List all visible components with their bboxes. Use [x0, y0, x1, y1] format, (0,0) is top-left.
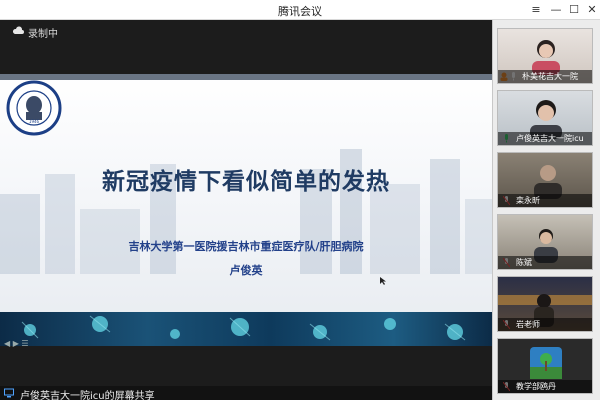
mouse-cursor-icon [380, 277, 386, 285]
university-seal-logo: 1946 [6, 80, 62, 136]
title-bar: 腾讯会议 ≡ — ☐ ✕ [0, 0, 600, 20]
participant-tile[interactable]: 卢俊英吉大一院icu [497, 90, 593, 146]
participant-name: 岩老师 [498, 318, 592, 331]
window-title: 腾讯会议 [278, 5, 322, 18]
participant-name: 朴美花吉大一院 [498, 70, 592, 83]
participants-panel: 朴美花吉大一院 卢俊英吉大一院icu 栾永昕 陈斌 岩老师 教学部鸥丹 [492, 20, 600, 400]
share-status-text: 卢俊英吉大一院icu的屏幕共享 [20, 391, 155, 400]
participant-tile[interactable]: 教学部鸥丹 [497, 338, 593, 394]
participant-name: 教学部鸥丹 [498, 380, 592, 393]
slide-top-strip [0, 74, 492, 80]
maximize-icon[interactable]: ☐ [566, 2, 582, 18]
presentation-slide: 1946 新冠疫情下看似简单的发热 吉林大学第一医院援吉林市重症医疗队/肝胆病院… [0, 74, 492, 346]
menu-icon[interactable]: ≡ [528, 2, 544, 18]
participant-name: 栾永昕 [498, 194, 592, 207]
participant-video [532, 40, 560, 75]
recording-indicator: 录制中 [0, 22, 492, 40]
cloud-icon [12, 26, 24, 34]
participant-name: 卢俊英吉大一院icu [498, 132, 592, 145]
svg-text:1946: 1946 [29, 119, 40, 124]
slide-subtitle: 吉林大学第一医院援吉林市重症医疗队/肝胆病院 [128, 240, 364, 253]
avatar [530, 347, 562, 379]
virus-image-band [0, 312, 492, 346]
slide-author: 卢俊英 [229, 264, 263, 277]
participant-tile[interactable]: 陈斌 [497, 214, 593, 270]
close-icon[interactable]: ✕ [584, 2, 600, 18]
participant-tile[interactable]: 朴美花吉大一院 [497, 28, 593, 84]
recording-label: 录制中 [28, 29, 58, 40]
share-status-bar: 卢俊英吉大一院icu的屏幕共享 [0, 386, 492, 400]
participant-video [534, 165, 562, 199]
participant-tile[interactable]: 岩老师 [497, 276, 593, 332]
slide-controls[interactable]: ◀ ▶ ☰ [4, 339, 29, 348]
participant-name: 陈斌 [498, 256, 592, 269]
minimize-icon[interactable]: — [548, 2, 564, 18]
participant-tile[interactable]: 栾永昕 [497, 152, 593, 208]
slide-title: 新冠疫情下看似简单的发热 [102, 168, 390, 195]
screen-share-icon [4, 388, 14, 398]
